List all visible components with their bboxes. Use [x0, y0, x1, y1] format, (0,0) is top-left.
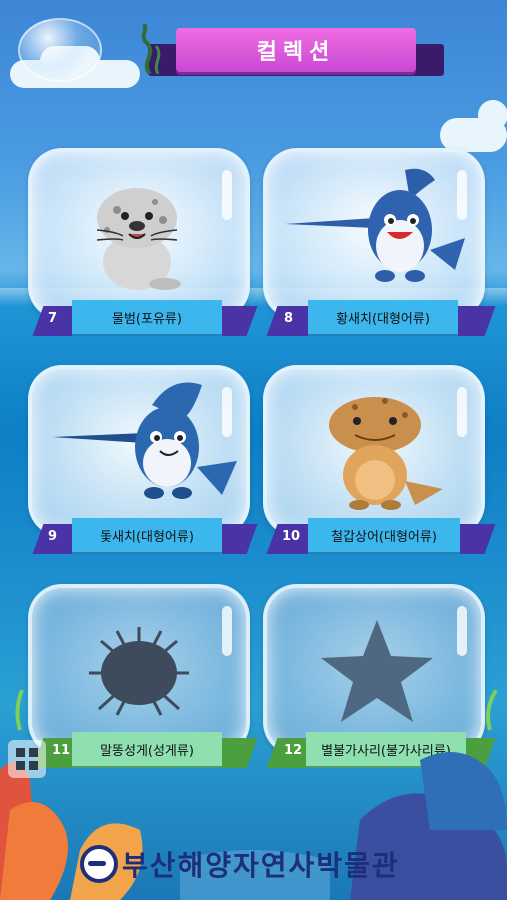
collection-card-10[interactable]: [263, 365, 485, 537]
card-number: 9: [48, 529, 58, 544]
menu-button[interactable]: [8, 740, 46, 778]
seaweed-icon: [141, 24, 161, 74]
card-shine: [457, 606, 467, 656]
museum-logo: 부산해양자연사박물관: [80, 845, 440, 883]
museum-name: 부산해양자연사박물관: [122, 849, 400, 882]
grid-menu-icon: [16, 748, 38, 770]
swordfish-icon: [285, 168, 465, 282]
card-label-7: 7 물범(포유류): [28, 300, 258, 340]
sailfish-icon: [52, 382, 237, 499]
card-label-9: 9 돛새치(대형어류): [28, 518, 258, 558]
card-name: 철갑상어(대형어류): [308, 518, 460, 552]
card-shine: [222, 170, 232, 220]
card-shine: [222, 606, 232, 656]
card-label-8: 8 황새치(대형어류): [262, 300, 496, 340]
card-label-10: 10 철갑상어(대형어류): [262, 518, 496, 558]
collection-card-9[interactable]: [28, 365, 250, 537]
seal-icon: [96, 188, 181, 290]
card-name: 돛새치(대형어류): [72, 518, 222, 552]
card-name: 황새치(대형어류): [308, 300, 458, 334]
museum-logo-icon: [80, 845, 118, 883]
card-name: 물범(포유류): [72, 300, 222, 334]
card-number: 7: [48, 311, 58, 326]
card-shine: [457, 387, 467, 437]
page-title-text: 컬렉션: [256, 40, 336, 65]
collection-card-8[interactable]: [263, 148, 485, 320]
card-number: 10: [282, 529, 301, 544]
cloud-right-top: [478, 100, 507, 130]
collection-card-7[interactable]: [28, 148, 250, 320]
bubble-decoration: [18, 18, 102, 82]
page-title: 컬렉션: [176, 28, 416, 72]
sturgeon-icon: [329, 397, 443, 510]
card-number: 8: [284, 311, 294, 326]
